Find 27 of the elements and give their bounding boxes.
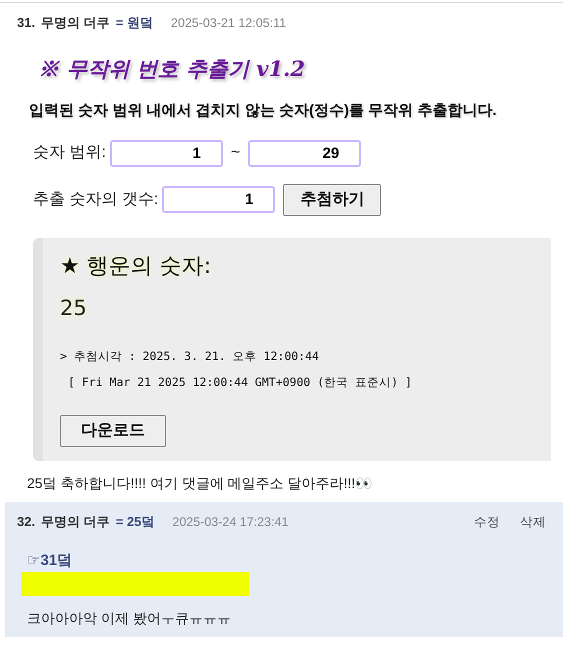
field-label: 추출 숫자의 갯수:	[33, 190, 158, 210]
draw-date: [ Fri Mar 21 2025 12:00:44 GMT+0900 (한국 표준시) ]	[68, 374, 413, 390]
author-tag: = 25덬	[116, 512, 154, 532]
author-tag: = 원덬	[116, 13, 153, 32]
draw-button[interactable]: 추첨하기	[283, 184, 382, 216]
field-label: 숫자 범위:	[33, 143, 106, 164]
comment-number: 32.	[17, 512, 36, 531]
comment-action-link[interactable]: 삭제	[520, 512, 546, 532]
range-from-field[interactable]: 1	[110, 140, 223, 167]
download-button[interactable]: 다운로드	[60, 414, 166, 447]
comment-text: 25덬 축하합니다!!!! 여기 댓글에 메일주소 달아주라!!!👀	[27, 474, 374, 493]
comment-number: 31.	[17, 14, 36, 32]
count-field[interactable]: 1	[162, 186, 276, 214]
comment-author: 무명의 더쿠	[41, 14, 110, 32]
range-to-field[interactable]: 29	[248, 140, 362, 167]
widget-description: 입력된 숫자 범위 내에서 겹치지 않는 숫자(정수)를 무작위 추출합니다.	[29, 101, 498, 122]
comment-text: 크아아아악 이제 봤어ㅜ큐ㅠㅠㅠ	[27, 609, 232, 628]
result-number: 25	[60, 294, 88, 322]
comment-author: 무명의 더쿠	[41, 512, 110, 531]
comment-time: 2025-03-24 17:23:41	[172, 514, 288, 531]
reply-mention[interactable]: ☞31덬	[27, 550, 546, 572]
draw-time: > 추첨시각 : 2025. 3. 21. 오후 12:00:44	[60, 348, 320, 366]
result-heading: ★ 행운의 숫자:	[60, 252, 212, 281]
widget-title: ※ 무작위 번호 추출기 v1.2	[38, 54, 306, 83]
range-separator: ~	[230, 143, 240, 164]
comment-action-link[interactable]: 수정	[474, 512, 500, 532]
comment-time: 2025-03-21 12:05:11	[170, 15, 286, 32]
